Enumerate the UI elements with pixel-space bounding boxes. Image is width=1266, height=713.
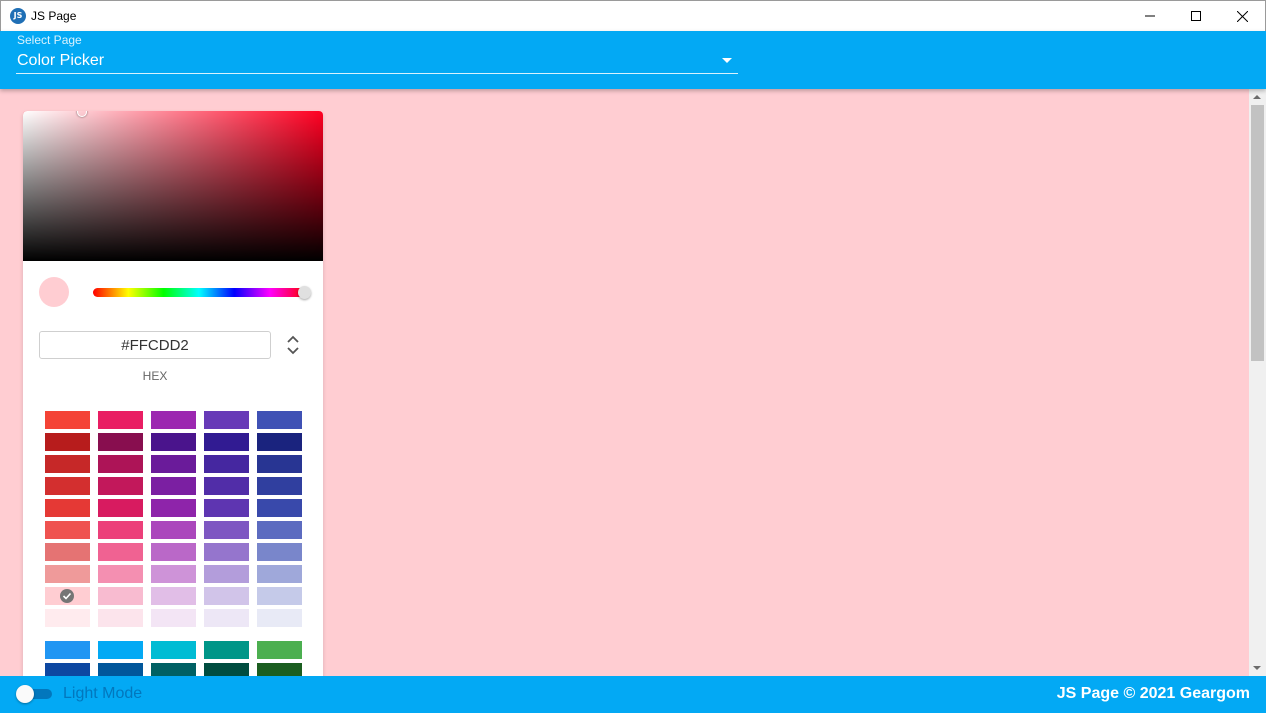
main-area: HEX (0, 89, 1266, 676)
color-swatch[interactable] (204, 641, 249, 659)
scroll-down-icon[interactable] (1253, 666, 1261, 670)
color-swatch[interactable] (98, 663, 143, 676)
hex-input[interactable] (39, 331, 271, 359)
color-swatch[interactable] (151, 477, 196, 495)
color-swatch[interactable] (45, 587, 90, 605)
app-icon: JS (10, 8, 26, 24)
color-swatch[interactable] (45, 499, 90, 517)
color-swatch[interactable] (257, 477, 302, 495)
check-icon (60, 589, 74, 603)
color-swatch[interactable] (98, 499, 143, 517)
color-swatch[interactable] (98, 455, 143, 473)
color-swatch[interactable] (98, 411, 143, 429)
color-swatch[interactable] (98, 521, 143, 539)
color-swatch[interactable] (204, 499, 249, 517)
color-swatch[interactable] (204, 477, 249, 495)
color-swatch[interactable] (204, 609, 249, 627)
color-swatch[interactable] (204, 663, 249, 676)
color-swatch[interactable] (257, 543, 302, 561)
color-swatch[interactable] (151, 543, 196, 561)
color-swatch[interactable] (151, 609, 196, 627)
color-swatch[interactable] (45, 477, 90, 495)
color-swatch[interactable] (204, 411, 249, 429)
vertical-scrollbar[interactable] (1249, 89, 1266, 676)
copyright-text: JS Page © 2021 Geargom (1056, 685, 1250, 702)
page-content: HEX (0, 89, 1249, 676)
minimize-button[interactable] (1127, 1, 1173, 31)
page-select-value: Color Picker (17, 52, 105, 69)
color-swatch[interactable] (98, 543, 143, 561)
color-swatch[interactable] (45, 609, 90, 627)
color-swatch[interactable] (257, 433, 302, 451)
color-swatch[interactable] (98, 641, 143, 659)
color-swatch[interactable] (204, 455, 249, 473)
color-swatch[interactable] (151, 565, 196, 583)
mode-switch-button[interactable] (285, 334, 301, 356)
saturation-value-canvas[interactable] (23, 111, 323, 261)
theme-toggle[interactable] (16, 685, 52, 703)
color-swatch[interactable] (204, 543, 249, 561)
color-swatch[interactable] (257, 499, 302, 517)
theme-toggle-knob (16, 685, 34, 703)
color-swatch[interactable] (45, 543, 90, 561)
color-swatch[interactable] (204, 565, 249, 583)
color-swatch[interactable] (204, 433, 249, 451)
color-swatch[interactable] (45, 641, 90, 659)
window-title: JS Page (31, 9, 77, 23)
hue-slider-thumb[interactable] (298, 286, 311, 299)
color-swatch[interactable] (45, 411, 90, 429)
color-swatch[interactable] (151, 499, 196, 517)
window-titlebar: JS JS Page (0, 0, 1266, 31)
maximize-button[interactable] (1173, 1, 1219, 31)
minimize-icon (1145, 15, 1155, 17)
color-swatch[interactable] (151, 663, 196, 676)
color-swatch[interactable] (204, 521, 249, 539)
close-button[interactable] (1219, 1, 1265, 31)
hue-slider[interactable] (93, 286, 311, 299)
color-swatch[interactable] (151, 587, 196, 605)
color-swatch[interactable] (151, 433, 196, 451)
unfold-icon (287, 335, 299, 355)
color-swatch[interactable] (257, 609, 302, 627)
color-swatch[interactable] (257, 565, 302, 583)
color-swatch[interactable] (98, 477, 143, 495)
color-swatch[interactable] (45, 565, 90, 583)
color-swatch[interactable] (204, 587, 249, 605)
color-swatch[interactable] (45, 521, 90, 539)
scroll-up-icon[interactable] (1253, 95, 1261, 99)
color-swatch[interactable] (257, 455, 302, 473)
close-icon (1236, 10, 1248, 22)
theme-mode-label: Light Mode (63, 685, 143, 702)
color-swatch[interactable] (151, 411, 196, 429)
chevron-down-icon (722, 58, 732, 63)
color-preview-dot (39, 277, 69, 307)
hex-mode-label: HEX (142, 369, 168, 383)
color-swatch[interactable] (151, 641, 196, 659)
app-footer: Light Mode JS Page © 2021 Geargom (0, 676, 1266, 713)
page-select[interactable]: Select Page Color Picker (16, 33, 738, 74)
scrollbar-thumb[interactable] (1251, 105, 1264, 361)
color-swatch[interactable] (45, 433, 90, 451)
color-swatch[interactable] (151, 455, 196, 473)
color-swatch[interactable] (98, 609, 143, 627)
color-swatch[interactable] (257, 521, 302, 539)
page-select-label: Select Page (17, 33, 82, 47)
color-swatch[interactable] (98, 565, 143, 583)
color-swatch[interactable] (45, 663, 90, 676)
color-swatch[interactable] (257, 587, 302, 605)
color-swatch[interactable] (98, 587, 143, 605)
color-swatch[interactable] (257, 411, 302, 429)
maximize-icon (1191, 11, 1201, 21)
saturation-handle[interactable] (77, 111, 87, 117)
color-swatch[interactable] (151, 521, 196, 539)
color-swatch[interactable] (98, 433, 143, 451)
color-swatch[interactable] (257, 663, 302, 676)
app-header: Select Page Color Picker (0, 31, 1266, 89)
color-swatch[interactable] (257, 641, 302, 659)
color-picker: HEX (23, 111, 323, 676)
color-swatch[interactable] (45, 455, 90, 473)
